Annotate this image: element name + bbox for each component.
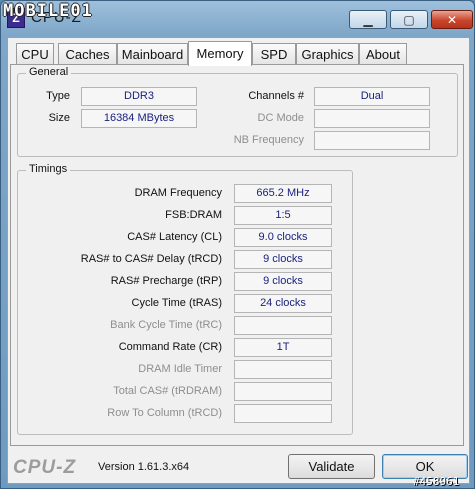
cpu-z-brand-logo: CPU-Z xyxy=(13,457,77,478)
close-icon: ✕ xyxy=(446,12,458,27)
close-button[interactable]: ✕ xyxy=(431,10,473,29)
validate-button[interactable]: Validate xyxy=(288,454,375,479)
timing-label: Command Rate (CR) xyxy=(118,341,222,353)
timing-label: FSB:DRAM xyxy=(165,209,222,221)
timing-value: 24 clocks xyxy=(234,294,332,313)
dc-mode-label: DC Mode xyxy=(257,112,304,124)
cpu-z-window: Z CPU-Z MOBILE01 ▁ ▢ ✕ CPU Caches Mainbo… xyxy=(0,0,475,489)
maximize-icon: ▢ xyxy=(403,12,415,27)
minimize-icon: ▁ xyxy=(363,12,373,27)
title-bar[interactable]: Z CPU-Z MOBILE01 ▁ ▢ ✕ xyxy=(1,1,475,37)
timing-label: Total CAS# (tRDRAM) xyxy=(113,385,222,397)
memory-tab-panel: General Type DDR3 Size 16384 MBytes Chan… xyxy=(10,64,464,446)
photo-id-watermark: #458961 xyxy=(413,475,460,488)
channels-value: Dual xyxy=(314,87,430,106)
tab-caches[interactable]: Caches xyxy=(58,43,117,65)
general-legend: General xyxy=(26,66,72,78)
type-label: Type xyxy=(46,90,70,102)
timing-label: DRAM Idle Timer xyxy=(138,363,222,375)
maximize-button[interactable]: ▢ xyxy=(390,10,428,29)
tab-graphics[interactable]: Graphics xyxy=(296,43,359,65)
tab-memory[interactable]: Memory xyxy=(188,41,252,66)
channels-label: Channels # xyxy=(248,90,304,102)
timings-group: Timings DRAM Frequency 665.2 MHz FSB:DRAM 1… xyxy=(17,163,353,435)
timing-value xyxy=(234,316,332,335)
dc-mode-value xyxy=(314,109,430,128)
tab-mainboard[interactable]: Mainboard xyxy=(117,43,188,65)
minimize-button[interactable]: ▁ xyxy=(349,10,387,29)
mobile01-watermark: MOBILE01 xyxy=(3,1,93,21)
general-group: General Type DDR3 Size 16384 MBytes Chan… xyxy=(17,66,458,157)
version-label: Version 1.61.3.x64 xyxy=(98,461,190,473)
timing-value xyxy=(234,404,332,423)
nb-frequency-label: NB Frequency xyxy=(233,134,304,146)
timing-label: RAS# Precharge (tRP) xyxy=(110,275,222,287)
timing-label: Bank Cycle Time (tRC) xyxy=(110,319,222,331)
timings-legend: Timings xyxy=(26,163,71,175)
timing-label: RAS# to CAS# Delay (tRCD) xyxy=(80,253,222,265)
tab-spd[interactable]: SPD xyxy=(252,43,296,65)
timing-value: 1T xyxy=(234,338,332,357)
timing-value xyxy=(234,360,332,379)
timing-value: 9 clocks xyxy=(234,272,332,291)
nb-frequency-value xyxy=(314,131,430,150)
timing-value: 9 clocks xyxy=(234,250,332,269)
timing-value: 665.2 MHz xyxy=(234,184,332,203)
size-label: Size xyxy=(48,112,70,124)
timing-value: 1:5 xyxy=(234,206,332,225)
timing-value: 9.0 clocks xyxy=(234,228,332,247)
timing-label: DRAM Frequency xyxy=(134,187,222,199)
type-value: DDR3 xyxy=(81,87,197,106)
client-area: CPU Caches Mainboard Memory SPD Graphics… xyxy=(7,37,470,484)
timing-label: CAS# Latency (CL) xyxy=(127,231,222,243)
tab-cpu[interactable]: CPU xyxy=(16,43,54,65)
size-value: 16384 MBytes xyxy=(81,109,197,128)
timing-label: Row To Column (tRCD) xyxy=(107,407,222,419)
tab-about[interactable]: About xyxy=(359,43,407,65)
timing-label: Cycle Time (tRAS) xyxy=(131,297,222,309)
timing-value xyxy=(234,382,332,401)
